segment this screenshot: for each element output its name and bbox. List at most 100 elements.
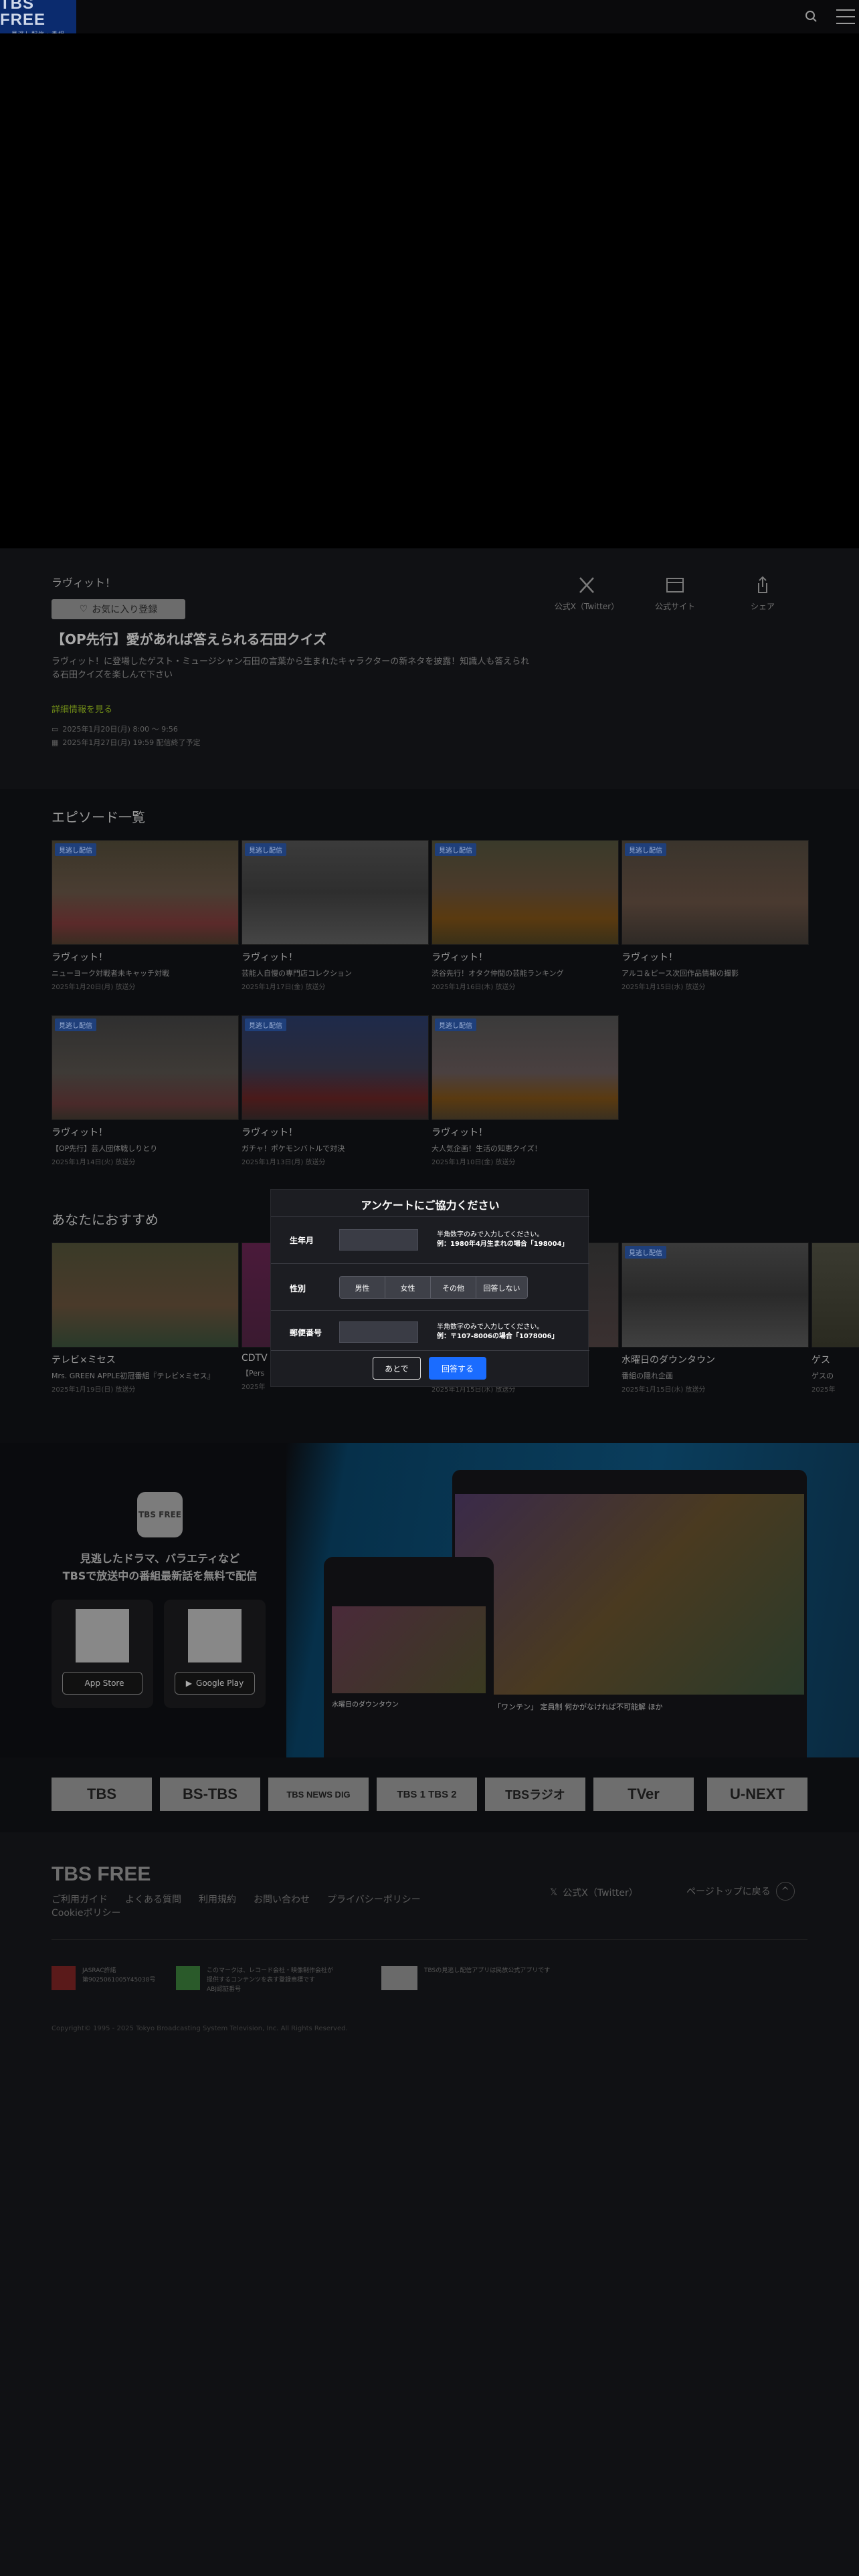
card-date: 2025年 xyxy=(812,1386,836,1394)
partner-logo-tbs-radio[interactable]: TBSラジオ xyxy=(485,1778,585,1811)
partner-logo-bs-tbs[interactable]: BS-TBS xyxy=(160,1778,260,1811)
recommend-card[interactable]: 見逃し配信 水曜日のダウンタウン 番組の隠れ企画 2025年1月15日(水) 放… xyxy=(622,1243,809,1394)
footer-link-privacy[interactable]: プライバシーポリシー xyxy=(327,1893,421,1906)
card-date: 2025年1月10日(金) 放送分 xyxy=(432,1159,516,1166)
card-title: 番組の隠れ企画 xyxy=(622,1372,673,1380)
gender-option-male[interactable]: 男性 xyxy=(340,1277,385,1298)
recommend-card[interactable]: テレビ×ミセス Mrs. GREEN APPLE初冠番組『テレビ×ミセス』 20… xyxy=(52,1243,239,1394)
card-series: ラヴィット！ xyxy=(242,1128,298,1138)
page-top-label: ページトップに戻る xyxy=(686,1887,771,1897)
x-logo-icon xyxy=(579,577,594,593)
zip-note-line2: 例：〒107-8006の場合「1078006」 xyxy=(437,1333,559,1340)
card-title: ガチャ！ポケモンバトルで対決 xyxy=(242,1144,345,1153)
google-play-label: Google Play xyxy=(196,1679,244,1688)
card-title: 渋谷先行！オタク仲間の芸能ランキング xyxy=(432,969,564,978)
card-title: Mrs. GREEN APPLE初冠番組『テレビ×ミセス』 xyxy=(52,1372,215,1380)
official-x-label: 公式X（Twitter） xyxy=(554,602,619,611)
episode-card[interactable]: 見逃し配信 ラヴィット！ 【OP先行】芸人団体戦しりとり 2025年1月14日(… xyxy=(52,1015,239,1166)
survey-modal: アンケートにご協力ください 生年月 半角数字のみで入力してください。 例：198… xyxy=(270,1189,589,1387)
expires-info: ▦ 2025年1月27日(月) 19:59 配信終了予定 xyxy=(52,737,201,748)
card-series: ラヴィット！ xyxy=(622,952,678,963)
partner-logo-tbs-news-dig[interactable]: TBS NEWS DIG xyxy=(268,1778,369,1811)
footer-link-faq[interactable]: よくある質問 xyxy=(125,1893,181,1906)
partner-logo-u-next[interactable]: U-NEXT xyxy=(707,1778,807,1811)
footer-official-x[interactable]: 𝕏 公式X（Twitter） xyxy=(550,1886,638,1899)
birth-note-line1: 半角数字のみで入力してください。 xyxy=(437,1231,544,1239)
footer-link-contact[interactable]: お問い合わせ xyxy=(254,1893,310,1906)
later-button[interactable]: あとで xyxy=(373,1357,421,1380)
app-store-label: App Store xyxy=(84,1679,124,1688)
card-series: 水曜日のダウンタウン xyxy=(622,1355,715,1366)
video-player[interactable] xyxy=(0,33,859,548)
birth-note-line2: 例：1980年4月生まれの場合「198004」 xyxy=(437,1241,569,1248)
footer-link-guide[interactable]: ご利用ガイド xyxy=(52,1893,108,1906)
x-logo-icon: 𝕏 xyxy=(550,1887,558,1898)
submit-button[interactable]: 回答する xyxy=(429,1357,486,1380)
google-play-box[interactable]: ▶ Google Play xyxy=(164,1600,266,1708)
app-store-box[interactable]: App Store xyxy=(52,1600,153,1708)
card-title: アルコ＆ピース次回作品情報の撮影 xyxy=(622,969,739,978)
share-icon xyxy=(758,576,767,593)
google-play-badge[interactable]: ▶ Google Play xyxy=(175,1672,255,1695)
share-button[interactable]: シェア xyxy=(729,575,796,612)
card-title: 芸能人自慢の専門店コレクション xyxy=(242,969,352,978)
episode-card[interactable]: 見逃し配信 ラヴィット！ 芸能人自慢の専門店コレクション 2025年1月17日(… xyxy=(242,840,429,991)
card-series: ラヴィット！ xyxy=(52,952,108,963)
zip-label: 郵便番号 xyxy=(290,1328,322,1337)
gender-option-female[interactable]: 女性 xyxy=(385,1277,431,1298)
official-site-button[interactable]: 公式サイト xyxy=(642,575,708,612)
page-top-button[interactable]: ページトップに戻る ^ xyxy=(686,1882,795,1901)
birth-label: 生年月 xyxy=(290,1236,314,1245)
gender-option-other[interactable]: その他 xyxy=(431,1277,476,1298)
partner-logo-tbs[interactable]: TBS xyxy=(52,1778,152,1811)
tbs-free-logo[interactable]: TBS FREE 見逃し配信・番組 xyxy=(0,0,76,38)
episode-card[interactable]: 見逃し配信 ラヴィット！ 大人気企画！生活の知恵クイズ！ 2025年1月10日(… xyxy=(432,1015,619,1166)
gender-selector: 男性 女性 その他 回答しない xyxy=(339,1276,528,1299)
episodes-heading: エピソード一覧 xyxy=(52,809,145,825)
partner-logo-tbs-channel[interactable]: TBS 1 TBS 2 xyxy=(377,1778,477,1811)
gender-option-no-answer[interactable]: 回答しない xyxy=(476,1277,527,1298)
footer-link-cookie[interactable]: Cookieポリシー xyxy=(52,1906,121,1919)
episode-card[interactable]: 見逃し配信 ラヴィット！ 渋谷先行！オタク仲間の芸能ランキング 2025年1月1… xyxy=(432,840,619,991)
expires-date: 2025年1月27日(月) 19:59 配信終了予定 xyxy=(62,738,201,747)
favorite-button[interactable]: ♡ お気に入り登録 xyxy=(52,599,185,619)
tablet-caption: 「ワンテン」 定員制 何かがなければ不可能解 ほか xyxy=(494,1703,663,1711)
stream-badge: 見逃し配信 xyxy=(55,1018,96,1031)
search-icon[interactable] xyxy=(803,8,820,25)
episode-thumbnail: 見逃し配信 xyxy=(242,840,429,945)
episode-thumbnail: 見逃し配信 xyxy=(52,840,239,945)
more-info-link[interactable]: 詳細情報を見る xyxy=(52,702,112,715)
card-date: 2025年1月19日(日) 放送分 xyxy=(52,1386,136,1394)
episode-thumbnail: 見逃し配信 xyxy=(432,840,619,945)
partner-logo-tver[interactable]: TVer xyxy=(593,1778,694,1811)
google-play-qr-code xyxy=(188,1609,242,1662)
episode-card[interactable]: 見逃し配信 ラヴィット！ ガチャ！ポケモンバトルで対決 2025年1月13日(月… xyxy=(242,1015,429,1166)
app-store-badge[interactable]: App Store xyxy=(62,1672,142,1695)
birth-input[interactable] xyxy=(339,1229,418,1251)
recommend-heading: あなたにおすすめ xyxy=(52,1212,159,1228)
phone-mockup: 水曜日のダウンタウン xyxy=(324,1557,494,1757)
favorite-label: お気に入り登録 xyxy=(92,605,158,615)
zip-input[interactable] xyxy=(339,1321,418,1343)
footer-link-terms[interactable]: 利用規約 xyxy=(199,1893,236,1906)
play-icon: ▶ xyxy=(185,1679,193,1688)
series-link[interactable]: ラヴィット！ xyxy=(52,574,116,590)
heart-icon: ♡ xyxy=(79,604,88,615)
hamburger-menu-icon[interactable] xyxy=(836,9,855,24)
abj-mark-icon xyxy=(176,1966,200,1990)
episode-card[interactable]: 見逃し配信 ラヴィット！ ニューヨーク対戦者未キャッチ対戦 2025年1月20日… xyxy=(52,840,239,991)
card-series: テレビ×ミセス xyxy=(52,1355,116,1366)
aired-date: 2025年1月20日(月) 8:00 ～ 9:56 xyxy=(62,725,178,734)
footer-logo[interactable]: TBS FREE xyxy=(52,1863,151,1886)
card-date: 2025年1月16日(木) 放送分 xyxy=(432,984,516,991)
card-date: 2025年1月15日(水) 放送分 xyxy=(622,1386,706,1394)
recommend-card[interactable]: ゲス ゲスの 2025年 xyxy=(812,1243,859,1394)
abj-badge: このマークは、レコード会社・映像制作会社が 提供するコンテンツを表す登録商標です… xyxy=(176,1966,333,1994)
official-x-button[interactable]: 公式X（Twitter） xyxy=(553,575,620,612)
card-date: 2025年1月17日(金) 放送分 xyxy=(242,984,326,991)
browser-icon xyxy=(666,578,684,593)
promo-text: 見逃したドラマ、バラエティなど TBSで放送中の番組最新話を無料で配信 xyxy=(52,1550,268,1585)
episode-card[interactable]: 見逃し配信 ラヴィット！ アルコ＆ピース次回作品情報の撮影 2025年1月15日… xyxy=(622,840,809,991)
site-footer: TBS FREE ご利用ガイド よくある質問 利用規約 お問い合わせ プライバシ… xyxy=(0,1832,859,2576)
abj-text: このマークは、レコード会社・映像制作会社が 提供するコンテンツを表す登録商標です… xyxy=(207,1967,334,1993)
